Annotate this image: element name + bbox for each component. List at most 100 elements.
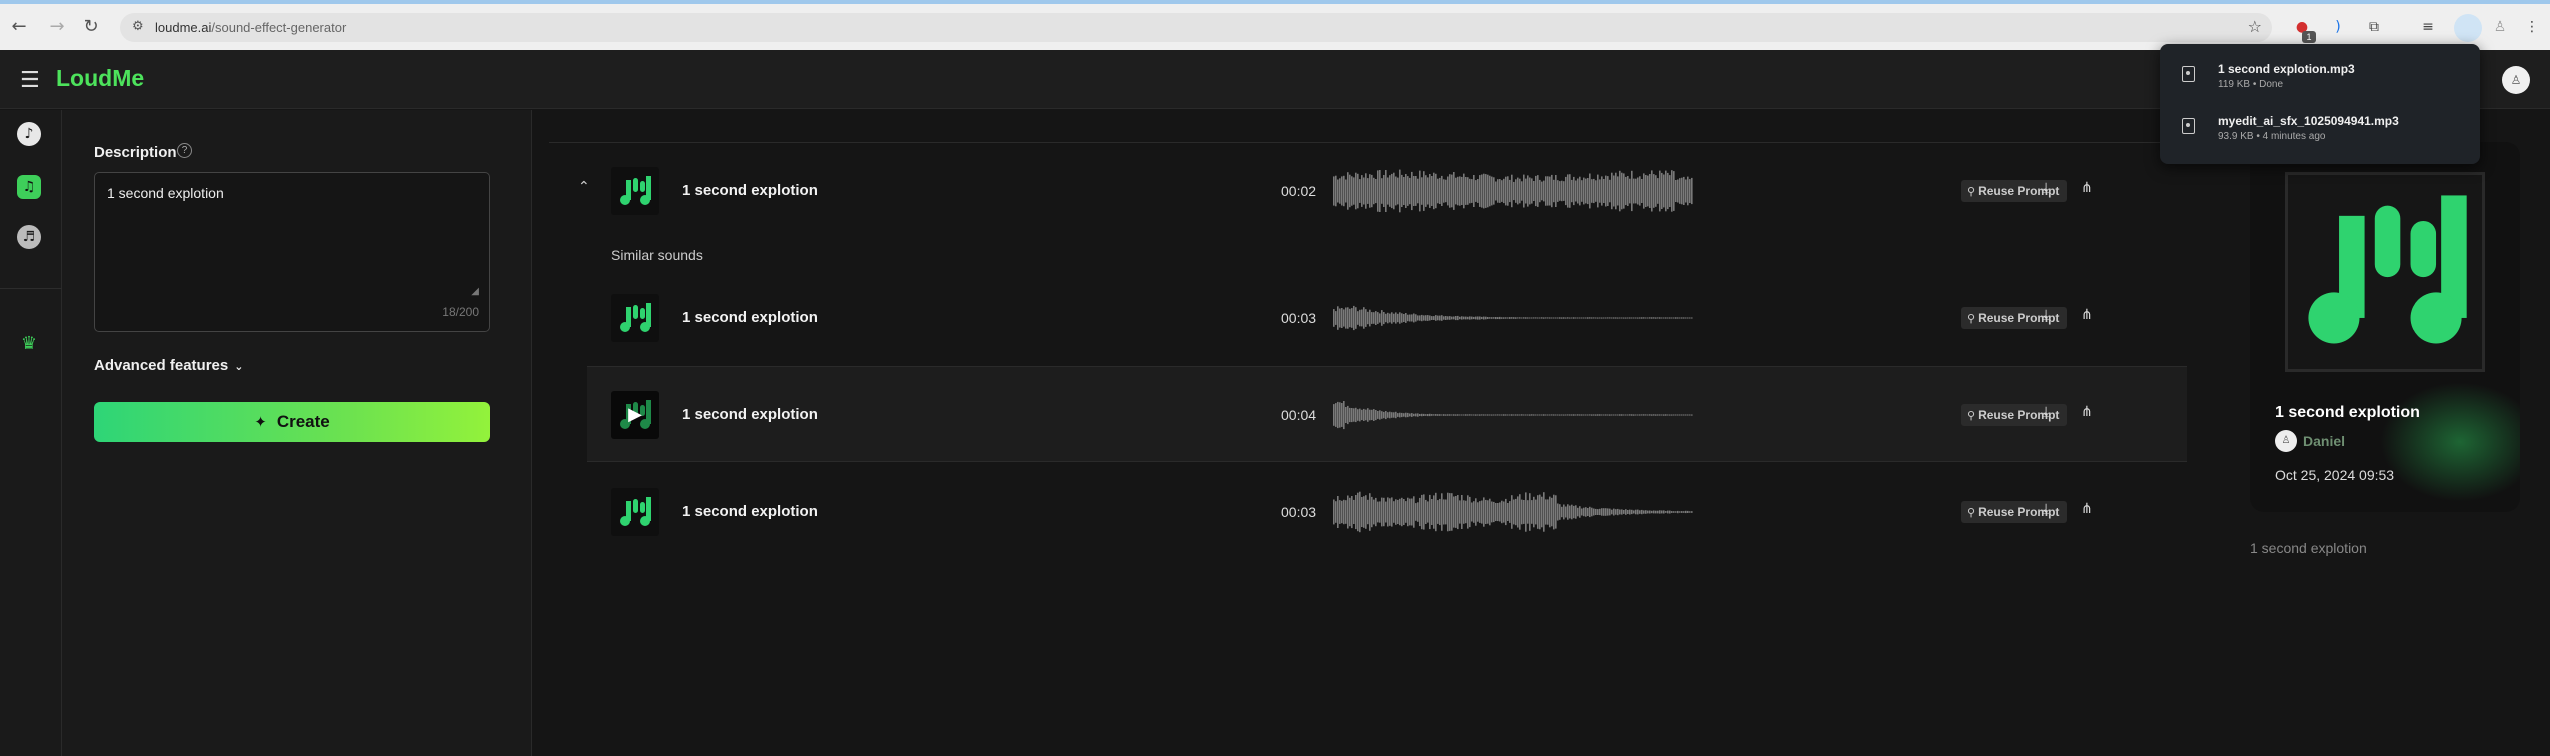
waveform-bar xyxy=(1441,175,1443,206)
help-icon[interactable]: ? xyxy=(177,143,192,158)
waveform-bar xyxy=(1575,505,1577,519)
extension-wave-icon[interactable]: ) xyxy=(2328,17,2348,37)
crown-icon[interactable]: ♛ xyxy=(17,332,41,356)
waveform-bar xyxy=(1541,496,1543,528)
site-info-icon[interactable]: ⚙ xyxy=(132,19,144,34)
result-row[interactable]: ▶ 1 second explotion 00:04 ⚲ Reuse Prompt… xyxy=(587,366,2187,462)
author-name[interactable]: Daniel xyxy=(2303,433,2345,449)
waveform-bar xyxy=(1343,175,1345,207)
waveform-bar xyxy=(1509,179,1511,203)
sound-effect-icon[interactable]: ♫ xyxy=(17,175,41,199)
track-thumbnail[interactable] xyxy=(611,167,659,215)
track-title[interactable]: 1 second explotion xyxy=(682,503,818,520)
waveform-bar xyxy=(1341,500,1343,524)
download-icon[interactable]: ⤓ xyxy=(2043,404,2049,420)
result-row[interactable]: 1 second explotion 00:03 ⚲ Reuse Prompt ⤓… xyxy=(587,270,2187,366)
waveform-bar xyxy=(1527,317,1529,319)
download-icon[interactable]: ⤓ xyxy=(2043,180,2049,196)
waveform-bar xyxy=(1561,317,1563,319)
track-duration: 00:03 xyxy=(1281,310,1317,326)
waveform-bar xyxy=(1573,317,1575,319)
waveform-bar xyxy=(1447,414,1449,416)
advanced-features-toggle[interactable]: Advanced features ⌄ xyxy=(94,357,243,374)
waveform-bar xyxy=(1505,498,1507,526)
waveform-bar xyxy=(1655,510,1657,514)
reuse-prompt-button[interactable]: ⚲ Reuse Prompt xyxy=(1961,501,2068,523)
share-icon[interactable]: ⋔ xyxy=(2081,307,2093,323)
reading-list-icon[interactable]: ≡ xyxy=(2418,17,2438,37)
back-icon[interactable]: ← xyxy=(8,16,30,38)
chevron-down-icon: ⌄ xyxy=(234,360,244,373)
browser-menu-icon[interactable]: ⋮ xyxy=(2522,17,2542,37)
profile-icon[interactable]: ♙ xyxy=(2490,17,2510,37)
waveform[interactable] xyxy=(1333,488,1693,536)
waveform-bar xyxy=(1635,317,1637,319)
chevron-up-icon[interactable]: ⌃ xyxy=(578,179,590,195)
user-avatar[interactable]: ♙ xyxy=(2502,66,2530,94)
waveform-bar xyxy=(1579,506,1581,518)
audio-tool-icon[interactable]: ♬ xyxy=(17,225,41,249)
track-thumbnail[interactable]: ▶ xyxy=(611,391,659,439)
address-bar[interactable]: ⚙ loudme.ai/sound-effect-generator ☆ xyxy=(120,13,2272,42)
waveform-bar xyxy=(1377,411,1379,419)
app-logo[interactable]: LoudMe xyxy=(56,65,144,92)
music-generator-icon[interactable]: ♪ xyxy=(17,122,41,146)
waveform-bar xyxy=(1379,313,1381,323)
waveform-bar xyxy=(1575,317,1577,319)
description-value[interactable]: 1 second explotion xyxy=(107,185,224,201)
download-icon[interactable]: ⤓ xyxy=(2043,307,2049,323)
result-row[interactable]: 1 second explotion 00:03 ⚲ Reuse Prompt ⤓… xyxy=(587,464,2187,560)
waveform[interactable] xyxy=(1333,167,1693,215)
waveform-bar xyxy=(1671,414,1673,416)
url-text[interactable]: loudme.ai/sound-effect-generator xyxy=(155,20,346,35)
download-item[interactable]: 1 second explotion.mp3 119 KB • Done xyxy=(2160,48,2480,100)
waveform-bar xyxy=(1555,414,1557,416)
waveform-bar xyxy=(1593,508,1595,516)
hamburger-menu-icon[interactable]: ☰ xyxy=(20,68,40,93)
waveform-bar xyxy=(1471,502,1473,522)
play-icon[interactable]: ▶ xyxy=(611,391,659,439)
resize-handle-icon[interactable]: ◢ xyxy=(471,286,479,297)
track-thumbnail[interactable] xyxy=(611,294,659,342)
waveform-bar xyxy=(1333,404,1335,426)
now-playing-card[interactable]: 1 second explotion ♙ Daniel Oct 25, 2024… xyxy=(2250,142,2520,512)
track-title[interactable]: 1 second explotion xyxy=(682,182,818,199)
reload-icon[interactable]: ↻ xyxy=(80,16,102,38)
waveform-bar xyxy=(1637,414,1639,416)
forward-icon[interactable]: → xyxy=(46,16,68,38)
waveform[interactable] xyxy=(1333,294,1693,342)
track-title[interactable]: 1 second explotion xyxy=(682,309,818,326)
waveform-bar xyxy=(1417,413,1419,417)
waveform-bar xyxy=(1611,509,1613,515)
extensions-puzzle-icon[interactable]: ⧉ xyxy=(2364,17,2384,37)
share-icon[interactable]: ⋔ xyxy=(2081,404,2093,420)
waveform-bar xyxy=(1399,312,1401,324)
waveform-bar xyxy=(1585,178,1587,204)
bookmark-star-icon[interactable]: ☆ xyxy=(2248,17,2262,36)
reuse-prompt-button[interactable]: ⚲ Reuse Prompt xyxy=(1961,404,2068,426)
cover-art[interactable] xyxy=(2285,172,2485,372)
result-row[interactable]: ⌃ 1 second explotion 00:02 ⚲ Reuse Prompt… xyxy=(578,143,2187,239)
reuse-prompt-button[interactable]: ⚲ Reuse Prompt xyxy=(1961,307,2068,329)
waveform-bar xyxy=(1643,317,1645,319)
share-icon[interactable]: ⋔ xyxy=(2081,180,2093,196)
waveform-bar xyxy=(1397,413,1399,417)
download-file-name[interactable]: 1 second explotion.mp3 xyxy=(2218,62,2355,76)
waveform-bar xyxy=(1499,414,1501,416)
downloads-button[interactable] xyxy=(2454,14,2482,42)
waveform-bar xyxy=(1369,174,1371,208)
track-thumbnail[interactable] xyxy=(611,488,659,536)
share-icon[interactable]: ⋔ xyxy=(2081,501,2093,517)
description-textarea[interactable]: 1 second explotion ◢ 18/200 xyxy=(94,172,490,332)
waveform[interactable] xyxy=(1333,391,1693,439)
download-item[interactable]: myedit_ai_sfx_1025094941.mp3 93.9 KB • 4… xyxy=(2160,100,2480,152)
waveform-bar xyxy=(1453,172,1455,210)
author-avatar[interactable]: ♙ xyxy=(2275,430,2297,452)
download-icon[interactable]: ⤓ xyxy=(2043,501,2049,517)
track-title[interactable]: 1 second explotion xyxy=(682,406,818,423)
waveform-bar xyxy=(1641,509,1643,515)
download-file-name[interactable]: myedit_ai_sfx_1025094941.mp3 xyxy=(2218,114,2399,128)
create-button[interactable]: ✦ Create xyxy=(94,402,490,442)
waveform-bar xyxy=(1351,408,1353,423)
reuse-prompt-button[interactable]: ⚲ Reuse Prompt xyxy=(1961,180,2068,202)
